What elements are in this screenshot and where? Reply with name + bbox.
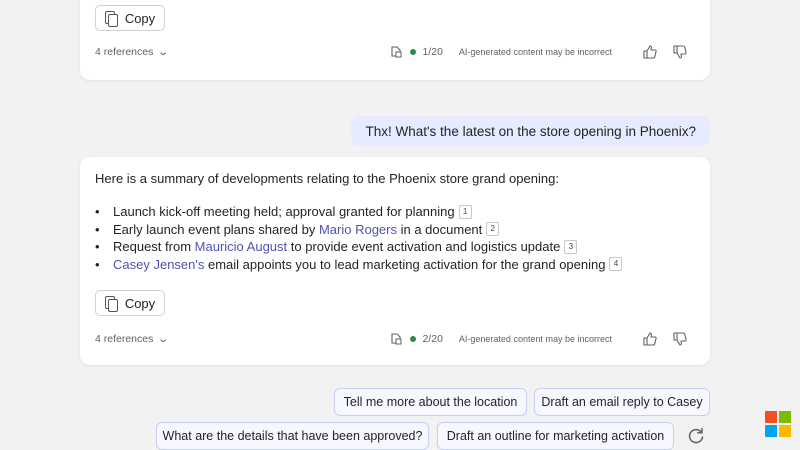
thumbs-up-icon[interactable]: [642, 331, 658, 347]
copy-button[interactable]: Copy: [95, 290, 165, 316]
suggestion-label: Tell me more about the location: [343, 395, 518, 409]
references-toggle[interactable]: 4 references ⌄: [95, 333, 170, 345]
bullet: •: [95, 221, 100, 237]
suggestion-chip[interactable]: What are the details that have been appr…: [156, 422, 429, 450]
copy-button[interactable]: Copy: [95, 5, 165, 31]
point-text: in a document: [397, 221, 483, 237]
person-mention[interactable]: Mario Rogers: [319, 221, 397, 239]
thumbs-down-icon[interactable]: [672, 331, 688, 347]
citation-badge[interactable]: 1: [458, 204, 472, 219]
chevron-down-icon: ⌄: [157, 333, 170, 345]
chevron-down-icon: ⌄: [157, 46, 170, 58]
user-message-bubble: Thx! What's the latest on the store open…: [351, 116, 710, 146]
logo-square: [765, 425, 777, 437]
bullet: •: [95, 239, 100, 254]
copy-label: Copy: [124, 295, 156, 311]
response-intro: Here is a summary of developments relati…: [95, 171, 559, 186]
microsoft-logo-icon: [765, 411, 791, 437]
list-item: • Launch kick-off meeting held; approval…: [95, 203, 622, 221]
response-card: Here is a summary of developments relati…: [80, 157, 710, 365]
list-item: • Request from Mauricio August to provid…: [95, 238, 622, 256]
suggestion-label: Draft an email reply to Casey: [541, 395, 703, 409]
suggestion-chip[interactable]: Tell me more about the location: [334, 388, 527, 416]
response-count: 1/20: [422, 46, 443, 58]
person-mention[interactable]: Casey Jensen's: [113, 256, 204, 274]
bullet: •: [95, 204, 100, 219]
person-mention[interactable]: Mauricio August: [195, 238, 288, 256]
list-item: • Early launch event plans shared by Mar…: [95, 221, 622, 239]
logo-square: [765, 411, 777, 423]
suggestion-label: What are the details that have been appr…: [162, 429, 423, 443]
copy-icon: [104, 296, 118, 312]
point-text: Launch kick-off meeting held; approval g…: [113, 204, 455, 219]
citation-badge[interactable]: 4: [609, 257, 623, 272]
citation-badge[interactable]: 3: [564, 239, 578, 254]
thumbs-down-icon[interactable]: [672, 44, 688, 60]
citation-badge[interactable]: 2: [486, 222, 500, 237]
status-dot: [410, 336, 417, 342]
response-footer: 4 references ⌄ 1/20 AI-generated content…: [95, 42, 688, 62]
refresh-icon[interactable]: [686, 426, 706, 446]
suggestion-label: Draft an outline for marketing activatio…: [446, 429, 665, 443]
sensitivity-label-icon[interactable]: [390, 333, 402, 345]
ai-disclaimer: AI-generated content may be incorrect: [458, 334, 612, 344]
ai-disclaimer: AI-generated content may be incorrect: [458, 47, 612, 57]
status-dot: [410, 49, 417, 55]
bullet: •: [95, 256, 100, 272]
suggestion-chip[interactable]: Draft an email reply to Casey: [534, 388, 710, 416]
response-points-list: • Launch kick-off meeting held; approval…: [95, 203, 623, 274]
copy-label: Copy: [124, 10, 156, 26]
logo-square: [779, 425, 791, 437]
response-footer: 4 references ⌄ 2/20 AI-generated content…: [95, 329, 688, 349]
references-toggle[interactable]: 4 references ⌄: [95, 46, 170, 58]
suggestion-chip[interactable]: Draft an outline for marketing activatio…: [437, 422, 674, 450]
thumbs-up-icon[interactable]: [642, 44, 658, 60]
references-label: 4 references: [95, 46, 154, 58]
user-message-text: Thx! What's the latest on the store open…: [365, 123, 696, 139]
logo-square: [779, 411, 791, 423]
response-count: 2/20: [422, 333, 443, 345]
sensitivity-label-icon[interactable]: [390, 46, 402, 58]
previous-response-card: Copy 4 references ⌄ 1/20 AI-generated co…: [80, 0, 710, 80]
references-label: 4 references: [95, 333, 154, 345]
point-text: Early launch event plans shared by: [113, 221, 319, 237]
point-text: Request from: [113, 239, 195, 254]
point-text: to provide event activation and logistic…: [287, 239, 561, 254]
copy-icon: [104, 11, 118, 27]
point-text: email appoints you to lead marketing act…: [204, 256, 606, 272]
list-item: • Casey Jensen's email appoints you to l…: [95, 256, 623, 274]
